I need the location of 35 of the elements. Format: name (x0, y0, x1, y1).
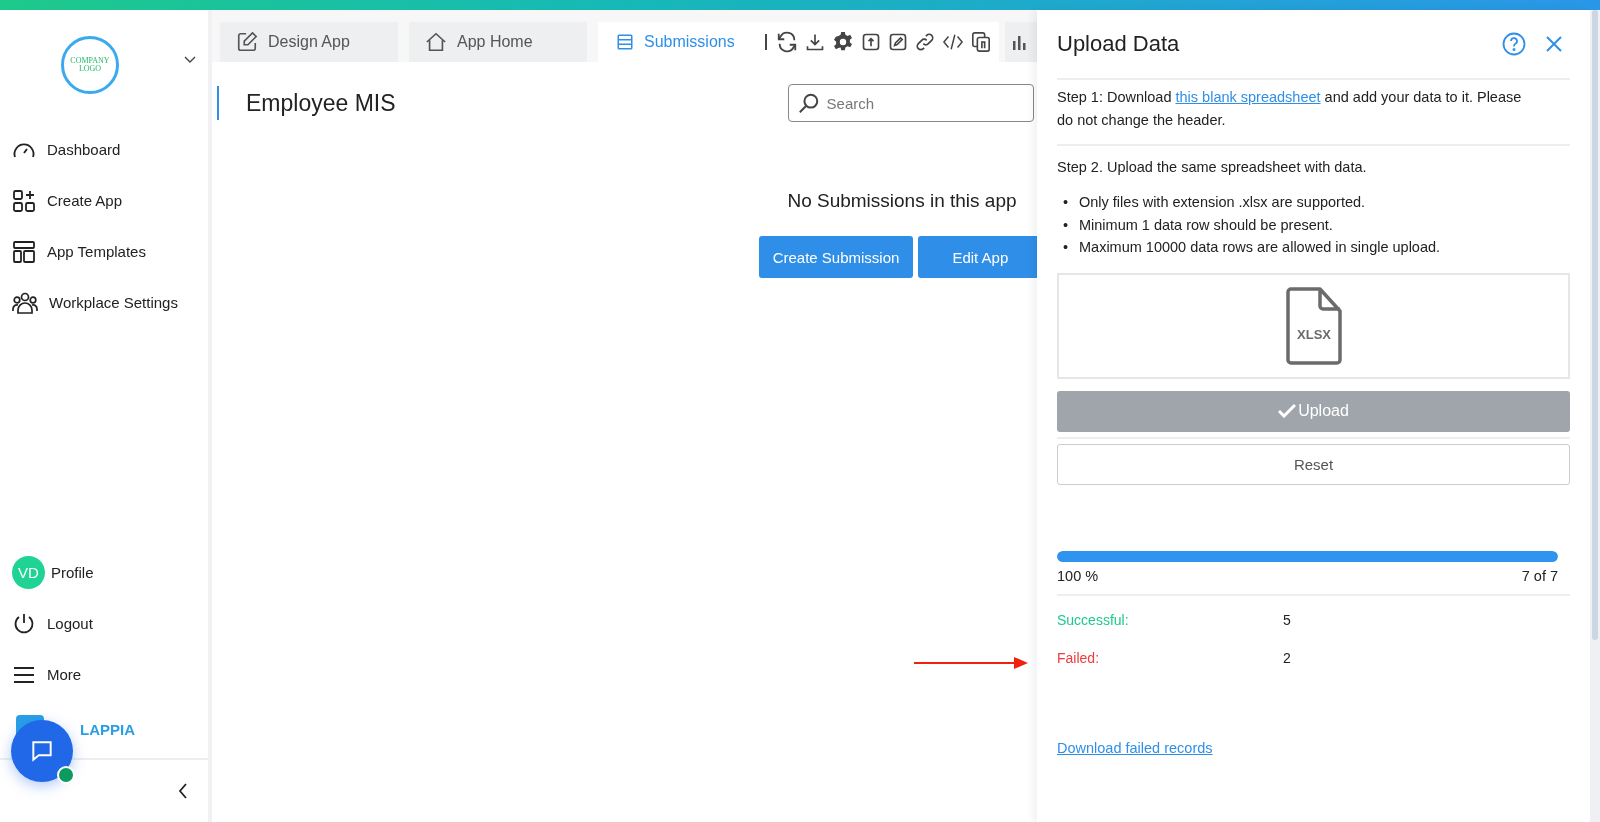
reset-button[interactable]: Reset (1057, 443, 1570, 485)
rule-item: Maximum 10000 data rows are allowed in single upload. (1079, 239, 1441, 255)
stat-label: Failed: (1057, 649, 1101, 666)
company-logo: COMPANY LOGO (61, 36, 119, 94)
sidebar-item[interactable]: Create App (0, 175, 208, 226)
step-instruction: Step 2. Upload the same spreadsheet with data. (1057, 158, 1368, 177)
rule-item: Only files with extension .xlsx are supported. (1079, 194, 1366, 210)
sidebar-item[interactable]: Dashboard (0, 124, 208, 175)
profile-item[interactable]: VD Profile (0, 547, 208, 598)
sidebar-item[interactable]: Workplace Settings (0, 277, 208, 328)
stat-label: Successful: (1057, 611, 1130, 628)
stat-value: 2 (1283, 649, 1291, 666)
bullet: • (1063, 193, 1070, 212)
file-drop-zone[interactable]: XLSX (1057, 272, 1570, 379)
avatar: VD (12, 556, 45, 589)
progress-percent: 100 % (1057, 567, 1099, 584)
tab[interactable]: App Home (409, 22, 587, 62)
step-instruction: Step 1: Download this blank spreadsheet and add your data to it. Please do not change the header. (1057, 88, 1523, 130)
sidebar-item[interactable]: App Templates (0, 226, 208, 277)
empty-message: No Submissions in this app (787, 190, 1017, 212)
tab[interactable]: Submissions (598, 22, 768, 62)
bullet: • (1063, 215, 1070, 235)
rule-item: Minimum 1 data row should be present. (1079, 216, 1333, 233)
spreadsheet-link[interactable]: this blank spreadsheet (1175, 89, 1321, 105)
progress-count: 7 of 7 (1521, 567, 1558, 584)
panel-title: Upload Data (1057, 31, 1180, 57)
search-field[interactable]: Search (787, 84, 1034, 122)
bullet: • (1063, 238, 1070, 257)
stat-value: 5 (1283, 611, 1291, 628)
tab[interactable]: Design App (220, 22, 398, 62)
download-failed-link[interactable]: Download failed records (1057, 739, 1213, 756)
sidebar-item[interactable]: More (0, 649, 208, 700)
brand-name: LAPPIA (80, 720, 135, 738)
sidebar-item[interactable]: Logout (0, 598, 208, 649)
app-title: Employee MIS (246, 89, 396, 117)
